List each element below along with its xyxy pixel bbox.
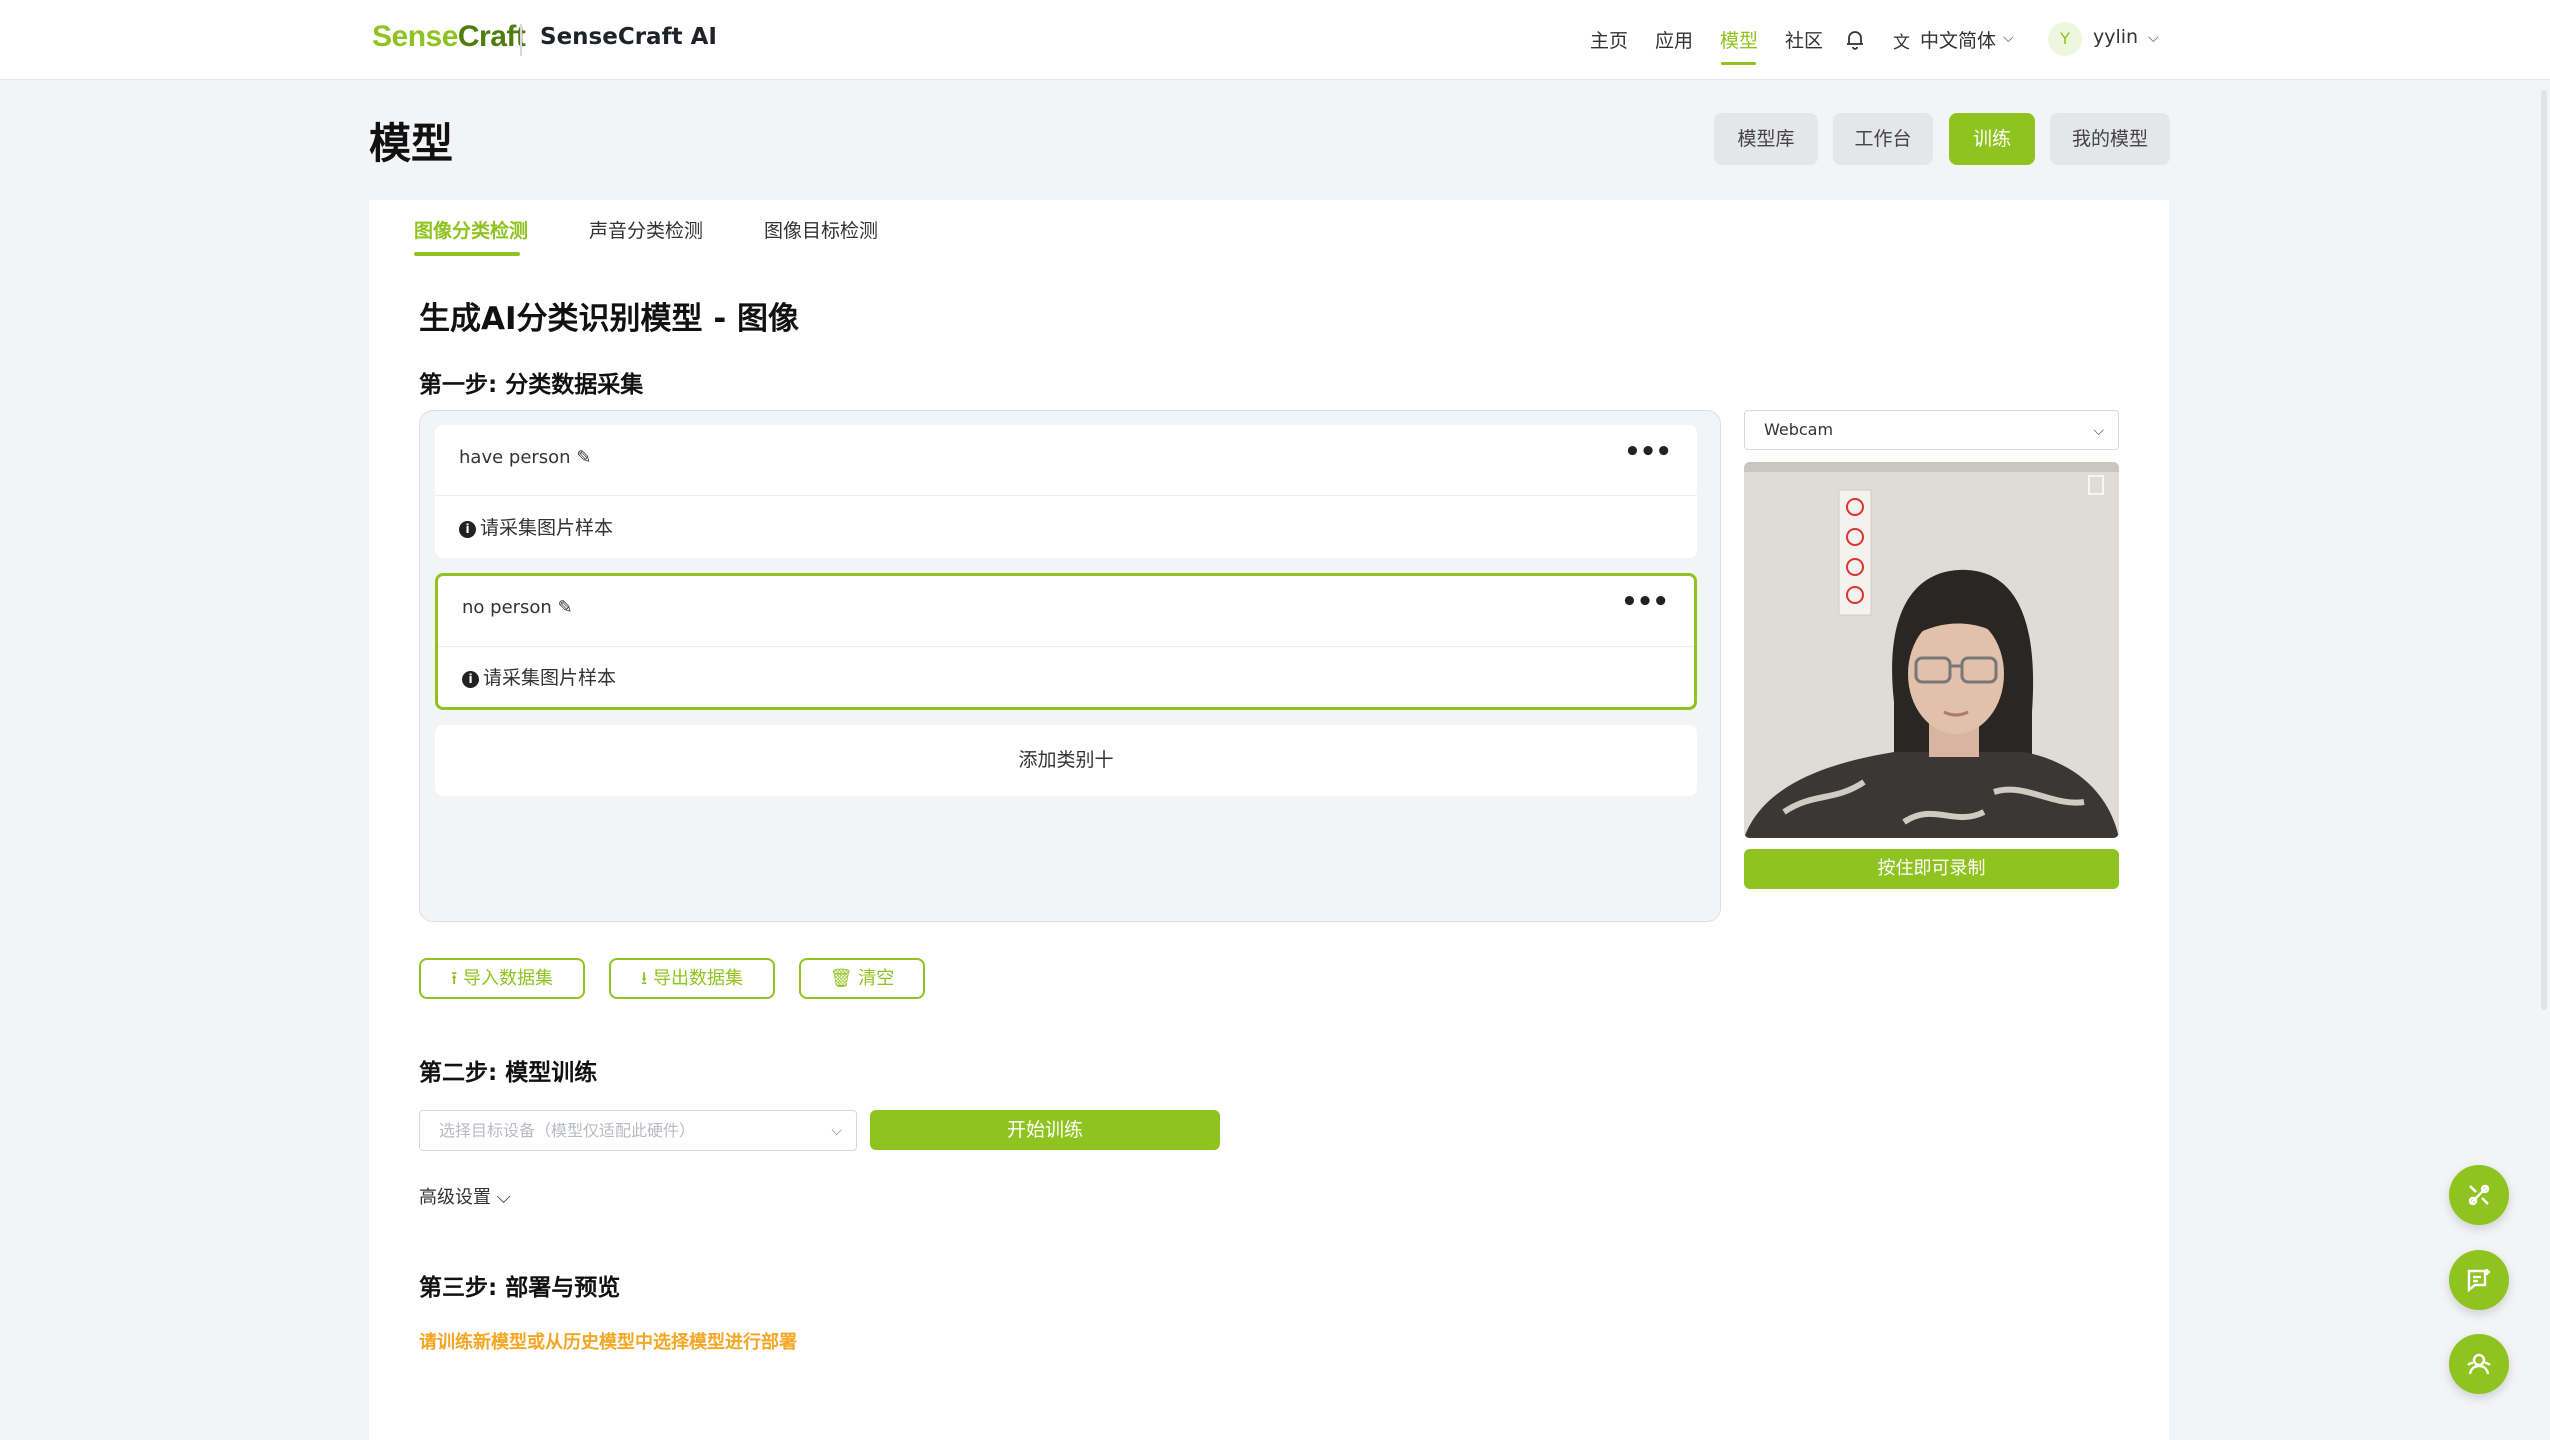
chevron-down-icon[interactable]: ⌵ xyxy=(2003,30,2014,46)
class-name: no person ✎ xyxy=(462,597,573,618)
download-icon: ⭳ xyxy=(640,968,648,989)
target-device-placeholder: 选择目标设备（模型仅适配此硬件） xyxy=(439,1121,696,1140)
edit-icon[interactable]: ✎ xyxy=(576,447,591,468)
tools-icon xyxy=(2468,1184,2490,1206)
community-fab[interactable] xyxy=(2449,1334,2509,1394)
class-card-have-person[interactable]: have person ✎ ••• i 请采集图片样本 xyxy=(435,425,1697,558)
app-name: SenseCraft AI xyxy=(540,24,717,50)
chevron-down-icon: ⌵ xyxy=(496,1187,511,1208)
clear-label: 清空 xyxy=(858,968,895,989)
step3-title: 第三步: 部署与预览 xyxy=(419,1275,621,1301)
chevron-down-icon: ⌵ xyxy=(831,1123,842,1139)
upload-icon: ⭱ xyxy=(450,968,458,989)
deploy-warning: 请训练新模型或从历史模型中选择模型进行部署 xyxy=(419,1332,797,1353)
divider xyxy=(438,646,1694,647)
page-title: 模型 xyxy=(369,119,454,168)
feedback-fab[interactable] xyxy=(2449,1250,2509,1310)
class-hint-text: 请采集图片样本 xyxy=(480,517,614,539)
section-heading: 生成AI分类识别模型 - 图像 xyxy=(419,301,799,337)
tab-audio-classification[interactable]: 声音分类检测 xyxy=(589,216,703,243)
class-name-text: no person xyxy=(462,597,552,618)
sub-tab-active-indicator xyxy=(414,252,520,256)
avatar[interactable]: Y xyxy=(2048,22,2082,56)
class-name-text: have person xyxy=(459,447,571,468)
class-card-no-person[interactable]: no person ✎ ••• i 请采集图片样本 xyxy=(435,573,1697,710)
class-hint-text: 请采集图片样本 xyxy=(483,667,617,689)
step1-title: 第一步: 分类数据采集 xyxy=(419,372,644,398)
users-icon xyxy=(2467,1353,2491,1375)
page-scrollbar[interactable] xyxy=(2540,80,2550,1020)
more-options-icon[interactable]: ••• xyxy=(1624,437,1672,467)
webcam-preview xyxy=(1744,462,2119,838)
clear-button[interactable]: 🗑 清空 xyxy=(799,958,925,999)
add-class-button[interactable]: 添加类别十 xyxy=(435,725,1697,796)
logo-part-craft: Craft xyxy=(457,20,526,53)
tab-model-library[interactable]: 模型库 xyxy=(1714,113,1818,165)
logo-part-sense: Sense xyxy=(372,20,458,53)
translate-icon[interactable]: 文 xyxy=(1893,28,1910,53)
divider xyxy=(435,495,1697,496)
top-navigation-bar: SenseCraft SenseCraft AI 主页 应用 模型 社区 文 中… xyxy=(0,0,2550,80)
export-dataset-label: 导出数据集 xyxy=(653,968,744,989)
edit-icon[interactable]: ✎ xyxy=(558,597,573,618)
target-device-select[interactable]: 选择目标设备（模型仅适配此硬件） ⌵ xyxy=(419,1110,857,1151)
export-dataset-button[interactable]: ⭳ 导出数据集 xyxy=(609,958,775,999)
username[interactable]: yylin xyxy=(2093,26,2138,48)
tab-workbench[interactable]: 工作台 xyxy=(1833,113,1933,165)
logo-divider xyxy=(520,24,522,56)
nav-active-indicator xyxy=(1721,62,1756,65)
camera-select-value: Webcam xyxy=(1764,420,1834,439)
tab-object-detection[interactable]: 图像目标检测 xyxy=(764,216,878,243)
sensecraft-logo[interactable]: SenseCraft xyxy=(372,20,526,54)
info-icon: i xyxy=(462,671,479,688)
language-selector[interactable]: 中文简体 xyxy=(1920,26,1996,53)
nav-apps[interactable]: 应用 xyxy=(1655,26,1693,53)
message-icon xyxy=(2467,1269,2490,1293)
more-options-icon[interactable]: ••• xyxy=(1621,587,1669,617)
info-icon: i xyxy=(459,521,476,538)
advanced-settings-label: 高级设置 xyxy=(419,1187,491,1208)
chevron-down-icon: ⌵ xyxy=(2093,423,2104,439)
start-training-button[interactable]: 开始训练 xyxy=(870,1110,1220,1150)
advanced-settings-toggle[interactable]: 高级设置 ⌵ xyxy=(419,1183,510,1209)
hold-to-record-button[interactable]: 按住即可录制 xyxy=(1744,849,2119,889)
step2-title: 第二步: 模型训练 xyxy=(419,1060,598,1086)
tab-image-classification[interactable]: 图像分类检测 xyxy=(414,216,528,243)
class-hint: i 请采集图片样本 xyxy=(459,513,613,540)
bell-icon[interactable] xyxy=(1843,27,1867,51)
scrollbar-thumb[interactable] xyxy=(2541,90,2547,1010)
class-name: have person ✎ xyxy=(459,447,591,468)
tools-fab[interactable] xyxy=(2449,1165,2509,1225)
import-dataset-label: 导入数据集 xyxy=(463,968,554,989)
trash-icon: 🗑 xyxy=(829,968,853,989)
webcam-image xyxy=(1744,462,2119,838)
nav-home[interactable]: 主页 xyxy=(1590,26,1628,53)
class-hint: i 请采集图片样本 xyxy=(462,663,616,690)
tab-my-models[interactable]: 我的模型 xyxy=(2050,113,2170,165)
nav-community[interactable]: 社区 xyxy=(1785,26,1823,53)
camera-select[interactable]: Webcam ⌵ xyxy=(1744,410,2119,450)
tab-training[interactable]: 训练 xyxy=(1949,113,2035,165)
chevron-down-icon[interactable]: ⌵ xyxy=(2148,30,2159,46)
nav-models[interactable]: 模型 xyxy=(1720,26,1758,53)
import-dataset-button[interactable]: ⭱ 导入数据集 xyxy=(419,958,585,999)
